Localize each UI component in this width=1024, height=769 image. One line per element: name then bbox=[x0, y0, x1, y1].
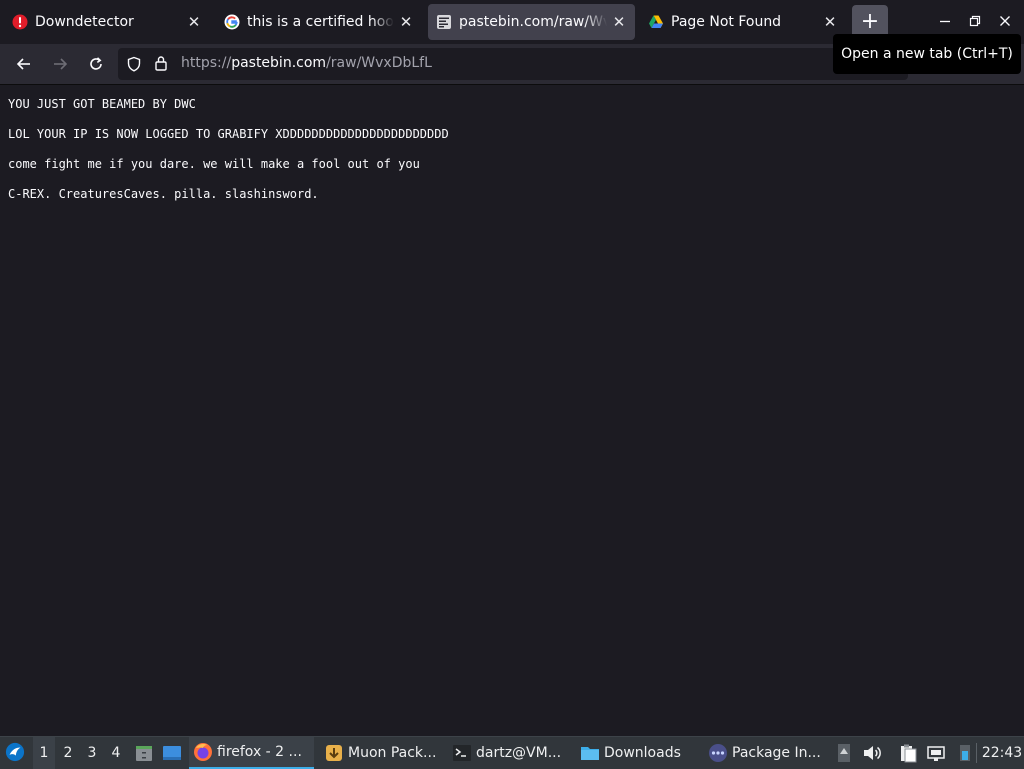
minimize-window-button[interactable] bbox=[934, 10, 956, 32]
close-window-button[interactable] bbox=[994, 10, 1016, 32]
application-launcher-button[interactable] bbox=[5, 742, 25, 762]
task-label: Package In... bbox=[732, 745, 821, 761]
close-tab-icon[interactable]: ✕ bbox=[822, 13, 838, 31]
reload-icon bbox=[90, 57, 102, 70]
desktop-3-button[interactable]: 3 bbox=[81, 737, 103, 769]
lock-icon[interactable] bbox=[154, 55, 168, 75]
tab-page-not-found[interactable]: Page Not Found ✕ bbox=[640, 4, 846, 40]
firefox-icon bbox=[193, 742, 213, 762]
arrow-left-icon bbox=[16, 58, 30, 70]
file-cabinet-icon bbox=[136, 746, 152, 761]
url-scheme: https:// bbox=[181, 55, 232, 71]
network-button[interactable] bbox=[926, 743, 946, 763]
google-drive-icon bbox=[648, 14, 664, 30]
task-label: Muon Pack... bbox=[348, 745, 437, 761]
restore-window-button[interactable] bbox=[964, 10, 986, 32]
url-path: /raw/WvxDbLfL bbox=[326, 55, 432, 71]
close-tab-icon[interactable]: ✕ bbox=[186, 13, 202, 31]
tab-downdetector[interactable]: Downdetector ✕ bbox=[4, 4, 210, 40]
muon-package-icon bbox=[324, 743, 344, 763]
url-host: pastebin.com bbox=[231, 55, 327, 71]
new-tab-tooltip: Open a new tab (Ctrl+T) bbox=[833, 34, 1021, 74]
desktop-2-button[interactable]: 2 bbox=[57, 737, 79, 769]
back-button[interactable] bbox=[10, 50, 38, 78]
plus-icon: + bbox=[860, 9, 880, 34]
forward-button[interactable] bbox=[46, 50, 74, 78]
task-muon-package-manager[interactable]: Muon Pack... bbox=[320, 737, 442, 769]
file-manager-launcher[interactable] bbox=[134, 743, 154, 763]
tab-title: Page Not Found bbox=[671, 14, 782, 30]
volume-button[interactable] bbox=[862, 743, 882, 763]
page-content: YOU JUST GOT BEAMED BY DWC LOL YOUR IP I… bbox=[0, 85, 1024, 736]
paste-line-2: LOL YOUR IP IS NOW LOGGED TO GRABIFY XDD… bbox=[8, 127, 449, 141]
tab-title: this is a certified hood classic bbox=[247, 14, 394, 30]
desktop-icon bbox=[163, 746, 181, 760]
minimize-icon bbox=[940, 20, 950, 23]
arrow-right-icon bbox=[54, 58, 68, 70]
task-label: Downloads bbox=[604, 745, 681, 761]
clipboard-icon bbox=[901, 744, 917, 763]
reload-button[interactable] bbox=[82, 50, 110, 78]
task-label: firefox - 2 ... bbox=[217, 744, 302, 760]
speaker-icon bbox=[864, 746, 881, 760]
desktop-1-button[interactable]: 1 bbox=[33, 737, 55, 769]
downdetector-alert-icon bbox=[12, 14, 28, 30]
clipboard-button[interactable] bbox=[898, 743, 918, 763]
package-installer-icon bbox=[708, 743, 728, 763]
pastebin-icon bbox=[436, 14, 452, 30]
close-tab-icon[interactable]: ✕ bbox=[398, 13, 414, 31]
paste-line-4: C-REX. CreaturesCaves. pilla. slashinswo… bbox=[8, 187, 319, 201]
url-text[interactable]: https://pastebin.com/raw/WvxDbLfL bbox=[181, 55, 432, 71]
paste-line-3: come fight me if you dare. we will make … bbox=[8, 157, 420, 171]
desktop-4-button[interactable]: 4 bbox=[105, 737, 127, 769]
restore-icon bbox=[969, 15, 981, 27]
tab-title: pastebin.com/raw/WvxDbLfL bbox=[459, 14, 607, 30]
task-terminal[interactable]: dartz@VM... bbox=[448, 737, 570, 769]
network-icon bbox=[927, 746, 945, 761]
taskbar: 1 2 3 4 firefox - 2 ... Muon Pack... dar… bbox=[0, 736, 1024, 769]
clock[interactable]: 22:43 bbox=[980, 737, 1024, 769]
battery-indicator[interactable] bbox=[955, 743, 975, 763]
close-icon bbox=[1000, 16, 1010, 26]
tracking-protection-shield-icon[interactable] bbox=[126, 56, 142, 76]
address-bar[interactable]: https://pastebin.com/raw/WvxDbLfL bbox=[118, 48, 908, 80]
task-package-installer[interactable]: Package In... bbox=[704, 737, 826, 769]
folder-icon bbox=[580, 743, 600, 763]
lubuntu-logo-icon bbox=[5, 742, 25, 762]
close-tab-icon[interactable]: ✕ bbox=[611, 13, 627, 31]
tab-pastebin[interactable]: pastebin.com/raw/WvxDbLfL ✕ bbox=[428, 4, 635, 40]
task-label: dartz@VM... bbox=[476, 745, 562, 761]
tab-title: Downdetector bbox=[35, 14, 134, 30]
task-firefox[interactable]: firefox - 2 ... bbox=[189, 737, 314, 769]
paste-line-1: YOU JUST GOT BEAMED BY DWC bbox=[8, 97, 196, 111]
tray-scroll-arrow-icon[interactable] bbox=[834, 743, 854, 763]
task-downloads-folder[interactable]: Downloads bbox=[576, 737, 698, 769]
tab-hood-classic[interactable]: this is a certified hood classic ✕ bbox=[216, 4, 422, 40]
google-g-icon bbox=[224, 14, 240, 30]
show-desktop-button[interactable] bbox=[162, 743, 182, 763]
tray-divider bbox=[976, 743, 977, 763]
terminal-icon bbox=[452, 743, 472, 763]
battery-icon bbox=[960, 745, 970, 761]
